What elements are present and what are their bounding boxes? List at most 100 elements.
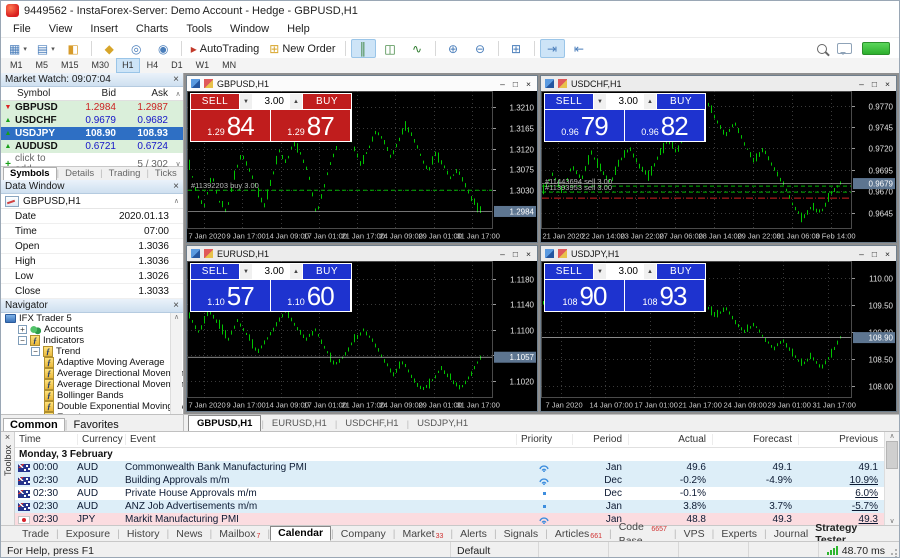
timeframe-m1[interactable]: M1 [4, 58, 29, 73]
volume-decrease-icon[interactable]: ▼ [594, 94, 606, 109]
toolbox-tab-history[interactable]: History [120, 527, 167, 541]
tab-details[interactable]: Details [59, 168, 100, 180]
volume-increase-icon[interactable]: ▲ [644, 94, 656, 109]
signals-toggle-button[interactable]: ◉ [151, 39, 176, 58]
navigator-tree-item[interactable]: ƒ Adaptive Moving Average [1, 357, 183, 368]
navigator-tree-item[interactable]: ƒ Double Exponential Moving Av [1, 401, 183, 412]
market-watch-row[interactable]: ▲ USDCHF 0.9679 0.9682 [1, 114, 183, 127]
resize-grip[interactable] [889, 549, 897, 557]
column-priority[interactable]: Priority [516, 434, 572, 445]
auto-scroll-button[interactable]: ⇥ [539, 39, 565, 58]
market-watch-row[interactable]: ▼ GBPUSD 1.2984 1.2987 [1, 101, 183, 114]
column-symbol[interactable]: Symbol [15, 88, 69, 99]
volume-value[interactable]: 3.00 [252, 94, 290, 109]
calendar-scrollbar[interactable]: ∧ ∨ [884, 432, 899, 525]
buy-button[interactable]: BUY [303, 264, 351, 279]
column-bid[interactable]: Bid [69, 88, 121, 99]
sell-price[interactable]: 0.96 79 [545, 110, 624, 141]
calendar-row[interactable]: 00:00 AUD Commonwealth Bank Manufacturing … [15, 461, 884, 474]
volume-value[interactable]: 3.00 [252, 264, 290, 279]
timeframe-w1[interactable]: W1 [190, 58, 216, 73]
navigator-tree-item[interactable]: ƒ Average Directional Movement [1, 379, 183, 390]
calendar-row[interactable]: 02:30 AUD Building Approvals m/m Dec -0.2% -4… [15, 474, 884, 487]
tile-windows-button[interactable]: ⊞ [504, 39, 529, 58]
volume-increase-icon[interactable]: ▲ [290, 264, 302, 279]
toolbox-close-icon[interactable]: × [5, 432, 10, 443]
navigator-scrollbar[interactable]: ∧∨ [170, 313, 182, 425]
timeframe-m15[interactable]: M15 [55, 58, 85, 73]
buy-button[interactable]: BUY [303, 94, 351, 109]
buy-price[interactable]: 1.29 87 [271, 110, 350, 141]
volume-decrease-icon[interactable]: ▼ [594, 264, 606, 279]
chart-window-titlebar[interactable]: USDJPY,H1 – □ × [541, 246, 896, 261]
chart-plot[interactable]: SELL ▼ 3.00 ▲ BUY 1.29 84 1.29 87 7 Jan 2020 9 Jan… [187, 91, 537, 242]
search-icon[interactable] [817, 43, 827, 54]
scroll-up-icon[interactable]: ∧ [174, 197, 179, 205]
minimize-icon[interactable]: – [859, 249, 864, 259]
timeframe-m30[interactable]: M30 [86, 58, 116, 73]
market-watch-toggle-button[interactable]: ◧ [61, 39, 86, 58]
tab-ticks[interactable]: Ticks [149, 168, 183, 180]
collapse-icon[interactable]: − [31, 347, 40, 356]
toolbox-tab-alerts[interactable]: Alerts [453, 527, 494, 541]
navigator-tree-item[interactable]: + Accounts [1, 324, 183, 335]
column-currency[interactable]: Currency [77, 434, 125, 445]
column-actual[interactable]: Actual [628, 434, 712, 445]
sell-price[interactable]: 108 90 [545, 280, 624, 311]
chart-shift-button[interactable]: ⇤ [567, 39, 592, 58]
close-icon[interactable]: × [885, 249, 890, 259]
column-ask[interactable]: Ask [121, 88, 173, 99]
toolbox-tab-market[interactable]: Market 33 [395, 527, 450, 541]
data-window-close-icon[interactable]: × [173, 181, 179, 192]
sell-price[interactable]: 1.10 57 [191, 280, 270, 311]
timeframe-d1[interactable]: D1 [165, 58, 189, 73]
minimize-icon[interactable]: – [859, 79, 864, 89]
chat-icon[interactable] [837, 43, 852, 55]
toolbox-tab-trade[interactable]: Trade [15, 527, 56, 541]
sell-button[interactable]: SELL [191, 94, 239, 109]
maximize-icon[interactable]: □ [513, 79, 518, 89]
profiles-button[interactable]: ▤ ▾ [33, 39, 59, 58]
maximize-icon[interactable]: □ [872, 79, 877, 89]
line-chart-mode-button[interactable]: ∿ [405, 39, 430, 58]
buy-button[interactable]: BUY [657, 264, 705, 279]
maximize-icon[interactable]: □ [513, 249, 518, 259]
toolbox-tab-vps[interactable]: VPS [677, 527, 712, 541]
chart-window-titlebar[interactable]: USDCHF,H1 – □ × [541, 76, 896, 91]
tab-common[interactable]: Common [3, 418, 65, 431]
minimize-icon[interactable]: – [500, 249, 505, 259]
chart-plot[interactable]: SELL ▼ 3.00 ▲ BUY 1.10 57 1.10 60 7 Jan 2020 9 Jan… [187, 261, 537, 411]
toolbox-tab-news[interactable]: News [169, 527, 209, 541]
market-watch-close-icon[interactable]: × [173, 74, 179, 85]
menu-item-window[interactable]: Window [221, 22, 278, 36]
chart-window-titlebar[interactable]: GBPUSD,H1 – □ × [187, 76, 537, 91]
collapse-icon[interactable]: − [18, 336, 27, 345]
volume-increase-icon[interactable]: ▲ [644, 264, 656, 279]
toolbox-tab-company[interactable]: Company [334, 527, 393, 541]
new-chart-button[interactable]: ▦ ▾ [5, 39, 31, 58]
tab-trading[interactable]: Trading [103, 168, 147, 180]
market-watch-row[interactable]: ▲ USDJPY 108.90 108.93 [1, 127, 183, 140]
buy-price[interactable]: 108 93 [625, 280, 704, 311]
toolbox-tab-signals[interactable]: Signals [497, 527, 545, 541]
volume-decrease-icon[interactable]: ▼ [240, 264, 252, 279]
volume-decrease-icon[interactable]: ▼ [240, 94, 252, 109]
navigator-tree-item[interactable]: IFX Trader 5 [1, 313, 183, 324]
column-previous[interactable]: Previous [798, 434, 884, 445]
calendar-row[interactable]: 02:30 AUD Private House Approvals m/m Dec -0… [15, 487, 884, 500]
close-icon[interactable]: × [526, 79, 531, 89]
buy-button[interactable]: BUY [657, 94, 705, 109]
sell-button[interactable]: SELL [545, 264, 593, 279]
menu-item-insert[interactable]: Insert [81, 22, 127, 36]
scroll-up-icon[interactable]: ∧ [173, 90, 183, 98]
column-event[interactable]: Event [125, 434, 516, 445]
bar-chart-mode-button[interactable]: ║ [350, 39, 376, 58]
volume-value[interactable]: 3.00 [606, 94, 644, 109]
candlestick-mode-button[interactable]: ◫ [378, 39, 403, 58]
toolbox-tab-exposure[interactable]: Exposure [59, 527, 117, 541]
sell-price[interactable]: 1.29 84 [191, 110, 270, 141]
tab-favorites[interactable]: Favorites [68, 419, 125, 431]
menu-item-charts[interactable]: Charts [127, 22, 177, 36]
sell-button[interactable]: SELL [545, 94, 593, 109]
chart-tab-gbpusd-h1[interactable]: GBPUSD,H1 [188, 415, 262, 431]
